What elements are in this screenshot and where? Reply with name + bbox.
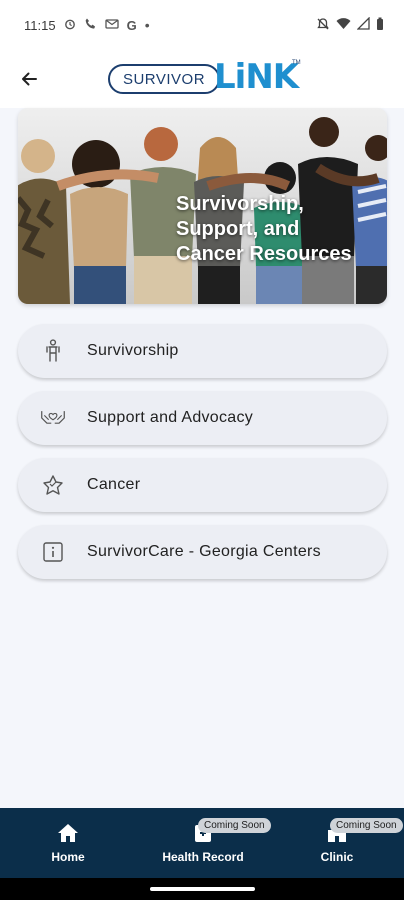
google-icon: G — [126, 17, 137, 33]
signal-icon — [356, 16, 370, 33]
hero-title-line: Survivorship, — [176, 193, 304, 215]
home-gesture-handle[interactable] — [150, 887, 255, 891]
hero-banner: Survivorship, Support, and Cancer Resour… — [18, 108, 387, 304]
resource-menu: Survivorship Support and Advocacy Cancer — [18, 324, 387, 592]
hero-title: Survivorship, Support, and Cancer Resour… — [176, 192, 381, 267]
coming-soon-badge: Coming Soon — [330, 818, 403, 833]
menu-item-label: Cancer — [87, 476, 141, 493]
logo-text-survivor: SURVIVOR — [122, 70, 206, 88]
nav-item-label: Clinic — [320, 850, 354, 864]
nav-item-home[interactable]: Home — [34, 808, 102, 878]
hero-title-line: Support, and — [176, 218, 300, 240]
back-button[interactable] — [14, 64, 44, 94]
menu-item-support-advocacy[interactable]: Support and Advocacy — [18, 391, 387, 445]
status-left: 11:15 G • — [24, 17, 150, 33]
arrow-left-icon — [22, 72, 37, 86]
dot-icon: • — [144, 17, 150, 33]
person-icon — [40, 338, 66, 364]
menu-item-survivorcare-georgia[interactable]: SurvivorCare - Georgia Centers — [18, 525, 387, 579]
nav-item-label: Health Record — [162, 850, 244, 864]
logo-oval: SURVIVOR — [108, 64, 220, 94]
hero-title-line: Cancer Resources — [176, 243, 352, 265]
survivorlink-logo: SURVIVOR LiNK TM — [108, 57, 301, 100]
status-time: 11:15 — [24, 17, 56, 33]
menu-item-cancer[interactable]: Cancer — [18, 458, 387, 512]
logo-text-link: LiNK — [214, 57, 299, 97]
bottom-navigation: Home Health Record Coming Soon Clinic Co… — [0, 808, 404, 878]
ribbon-star-icon — [40, 472, 66, 498]
hands-heart-icon — [40, 405, 66, 431]
phone-icon — [84, 17, 97, 33]
wifi-icon — [336, 17, 351, 33]
menu-item-survivorship[interactable]: Survivorship — [18, 324, 387, 378]
nav-item-label: Home — [51, 850, 85, 864]
status-bar: 11:15 G • — [0, 0, 404, 50]
menu-item-label: SurvivorCare - Georgia Centers — [87, 543, 321, 560]
app-header: SURVIVOR LiNK TM — [0, 50, 404, 108]
home-icon — [58, 824, 78, 842]
battery-icon — [376, 17, 384, 34]
coming-soon-badge: Coming Soon — [198, 818, 271, 833]
mute-icon — [316, 17, 330, 34]
system-gesture-area — [0, 878, 404, 900]
menu-item-label: Survivorship — [87, 342, 179, 359]
mail-icon — [104, 18, 119, 33]
logo-trademark: TM — [292, 60, 301, 66]
alarm-icon — [64, 18, 76, 33]
status-right — [316, 16, 384, 34]
menu-item-label: Support and Advocacy — [87, 409, 254, 426]
info-icon — [40, 539, 66, 565]
